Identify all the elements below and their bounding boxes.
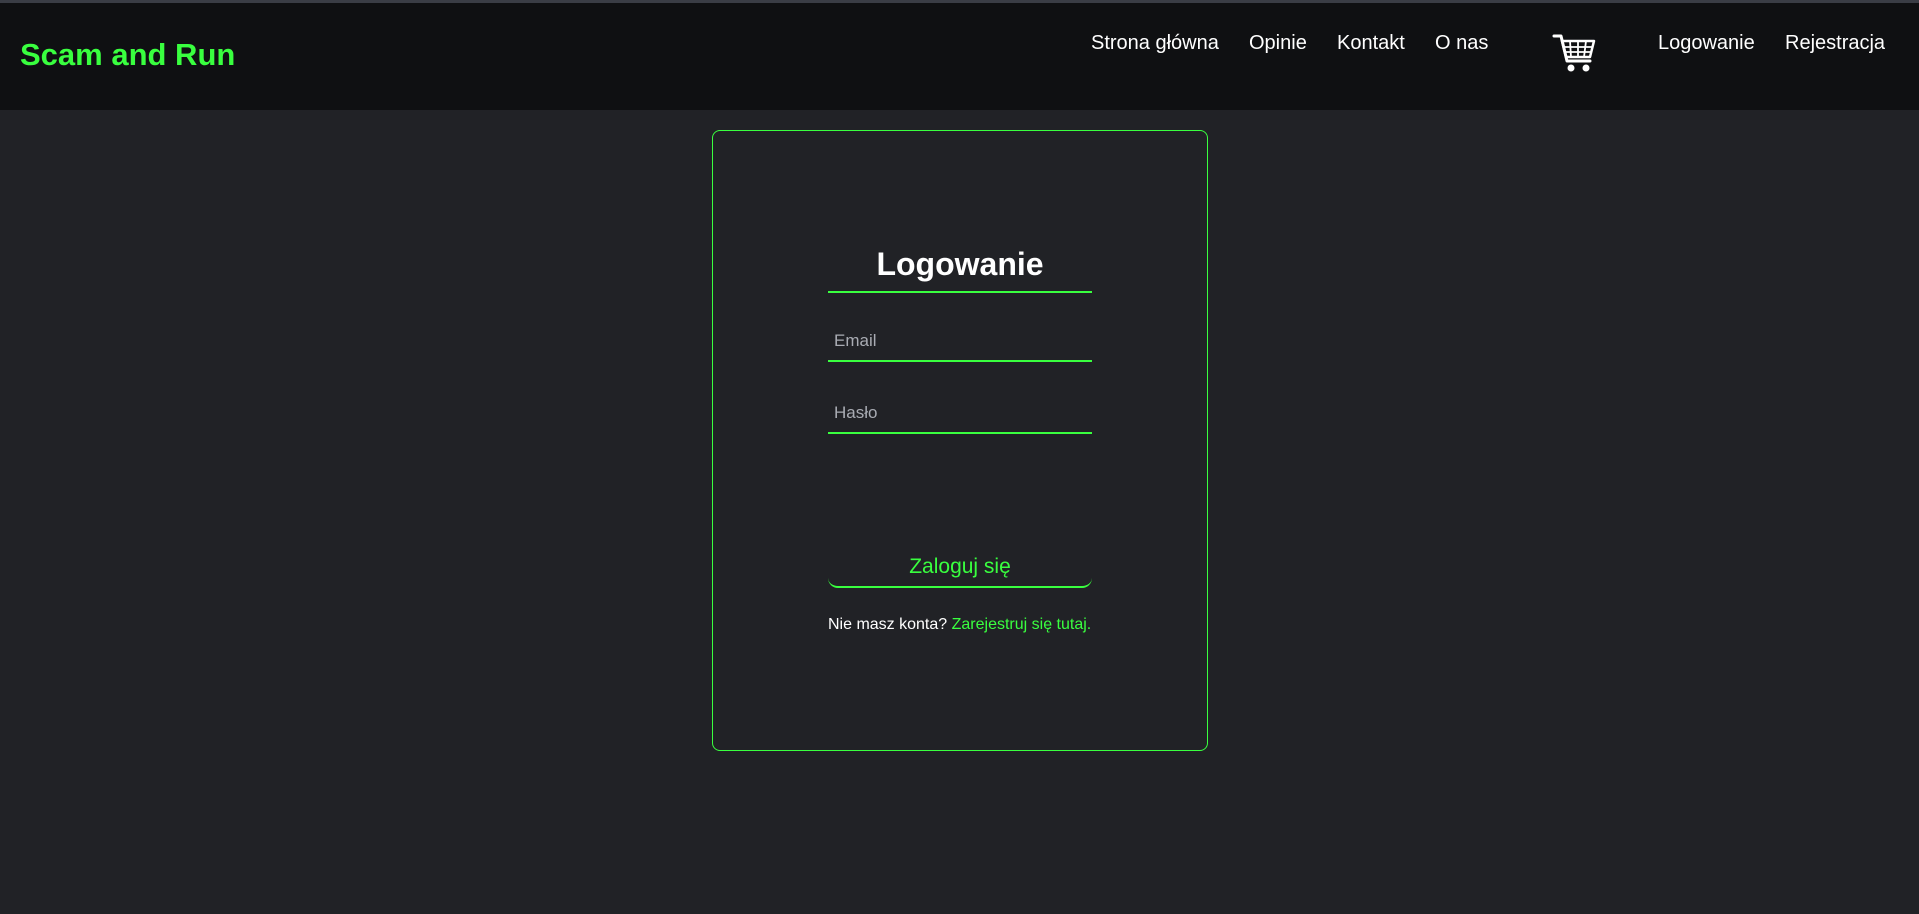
register-prompt-text: Nie masz konta? xyxy=(828,616,952,633)
nav-link-home[interactable]: Strona główna xyxy=(1091,32,1219,55)
login-title: Logowanie xyxy=(828,245,1092,293)
nav-link-reviews[interactable]: Opinie xyxy=(1249,32,1307,55)
nav-link-about[interactable]: O nas xyxy=(1435,32,1488,55)
nav-link-register[interactable]: Rejestracja xyxy=(1785,32,1885,55)
login-button[interactable]: Zaloguj się xyxy=(828,548,1092,588)
register-link[interactable]: Zarejestruj się tutaj xyxy=(952,616,1087,633)
nav-link-login[interactable]: Logowanie xyxy=(1658,32,1755,55)
register-suffix: . xyxy=(1086,616,1092,633)
email-field[interactable] xyxy=(828,322,1092,362)
brand-logo-link[interactable]: Scam and Run xyxy=(20,37,235,73)
navbar: Scam and Run Strona główna Opinie Kontak… xyxy=(0,3,1919,110)
login-card xyxy=(712,130,1208,751)
password-field[interactable] xyxy=(828,394,1092,434)
shopping-cart-icon-graphic xyxy=(1552,34,1596,72)
register-prompt: Nie masz konta? Zarejestruj się tutaj. xyxy=(828,616,1092,634)
shopping-cart-icon[interactable] xyxy=(1552,31,1596,75)
nav-link-contact[interactable]: Kontakt xyxy=(1337,32,1405,55)
